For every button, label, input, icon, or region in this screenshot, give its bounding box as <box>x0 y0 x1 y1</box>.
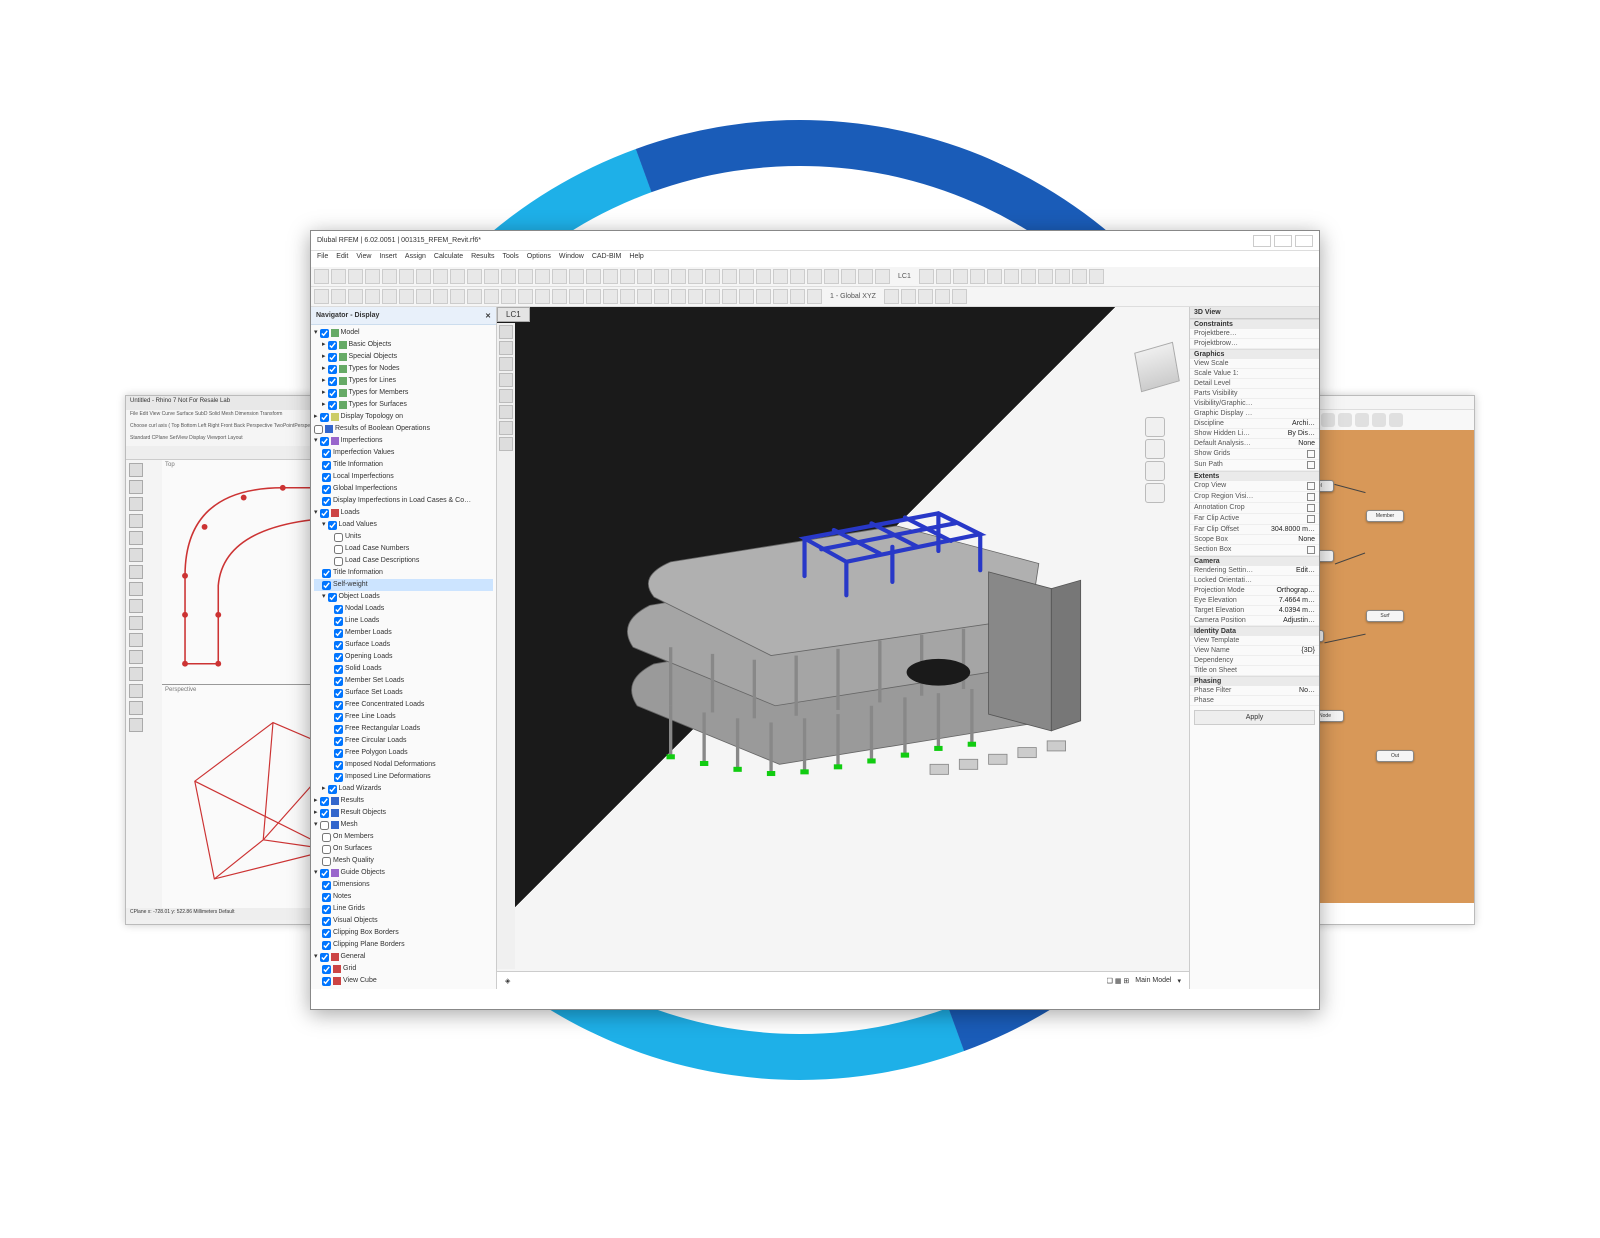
navigator-header: Navigator - Display✕ <box>311 307 496 325</box>
view-cube[interactable] <box>1134 342 1180 392</box>
toolbar-2[interactable]: 1 - Global XYZ <box>311 287 1319 307</box>
close-icon <box>1295 235 1313 247</box>
building-model <box>587 397 1089 889</box>
main-title-text: Dlubal RFEM | 6.02.0051 | 001315_RFEM_Re… <box>317 237 481 244</box>
props-header: 3D View <box>1190 307 1319 319</box>
view-nav-wheel[interactable] <box>1145 417 1169 503</box>
gh-node[interactable]: Out <box>1376 750 1414 762</box>
viewport-status: ◈ ❑ ▦ ⊞Main Model▾ <box>497 971 1189 989</box>
window-controls[interactable] <box>1253 235 1313 247</box>
gh-node[interactable]: Member <box>1366 510 1404 522</box>
properties-panel: 3D View Constraints Projektbere… Projekt… <box>1189 307 1319 989</box>
3d-viewport[interactable]: LC1 <box>497 307 1189 989</box>
rhino-tool-palette[interactable] <box>126 460 162 908</box>
navigator-tree[interactable]: ▾Model ▸Basic Objects ▸Special Objects ▸… <box>311 325 496 989</box>
main-titlebar: Dlubal RFEM | 6.02.0051 | 001315_RFEM_Re… <box>311 231 1319 251</box>
main-window: Dlubal RFEM | 6.02.0051 | 001315_RFEM_Re… <box>310 230 1320 1010</box>
viewport-toolbar[interactable] <box>497 323 515 969</box>
close-icon[interactable]: ✕ <box>485 312 491 320</box>
minimize-icon <box>1253 235 1271 247</box>
toolbar-1[interactable]: LC1 <box>311 267 1319 287</box>
apply-button[interactable]: Apply <box>1194 710 1315 725</box>
maximize-icon <box>1274 235 1292 247</box>
viewport-tab[interactable]: LC1 <box>497 307 530 322</box>
navigator-panel: Navigator - Display✕ ▾Model ▸Basic Objec… <box>311 307 497 989</box>
gh-node[interactable]: Surf <box>1366 610 1404 622</box>
main-menu[interactable]: FileEditViewInsertAssignCalculateResults… <box>311 251 1319 267</box>
